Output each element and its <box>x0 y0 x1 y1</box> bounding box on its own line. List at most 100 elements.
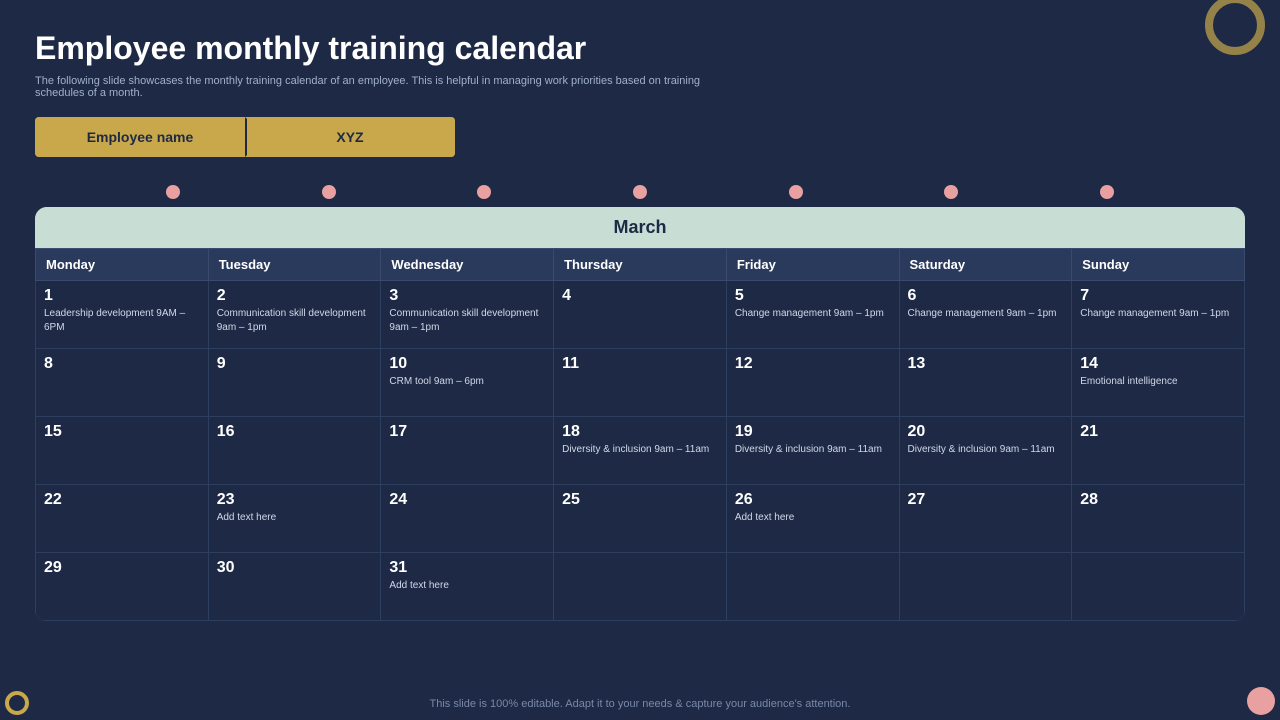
day-number: 15 <box>44 423 200 441</box>
col-saturday: Saturday <box>899 249 1072 281</box>
day-number: 5 <box>735 287 891 305</box>
day-number: 9 <box>217 355 373 373</box>
calendar-cell-w1-d4: 4 <box>554 281 727 349</box>
calendar-cell-w5-d3: 31 Add text here <box>381 553 554 621</box>
calendar-cell-w2-d2: 9 <box>208 349 381 417</box>
day-number: 26 <box>735 491 891 509</box>
calendar-week-5: 29 30 31 Add text here <box>36 553 1245 621</box>
calendar-cell-w5-d2: 30 <box>208 553 381 621</box>
day-number: 13 <box>908 355 1064 373</box>
col-tuesday: Tuesday <box>208 249 381 281</box>
calendar-cell-w4-d7: 28 <box>1072 485 1245 553</box>
calendar-cell-w4-d3: 24 <box>381 485 554 553</box>
calendar-cell-w2-d3: 10 CRM tool 9am – 6pm <box>381 349 554 417</box>
day-number: 24 <box>389 491 545 509</box>
deco-circle-bottom-right <box>1247 687 1275 715</box>
event-text: CRM tool 9am – 6pm <box>389 375 545 389</box>
calendar-cell-w5-d1: 29 <box>36 553 209 621</box>
event-text: Communication skill development 9am – 1p… <box>389 307 545 335</box>
month-header: March <box>35 207 1245 248</box>
day-number: 31 <box>389 559 545 577</box>
event-text: Add text here <box>389 579 545 593</box>
calendar-wrapper: March Monday Tuesday Wednesday Thursday … <box>35 207 1245 621</box>
event-text: Leadership development 9AM – 6PM <box>44 307 200 335</box>
calendar-week-4: 22 23 Add text here 24 25 26 Add text here 27 28 <box>36 485 1245 553</box>
calendar-cell-w4-d6: 27 <box>899 485 1072 553</box>
event-text: Add text here <box>735 511 891 525</box>
day-number: 7 <box>1080 287 1236 305</box>
day-number: 6 <box>908 287 1064 305</box>
day-number: 19 <box>735 423 891 441</box>
calendar-cell-w1-d5: 5 Change management 9am – 1pm <box>726 281 899 349</box>
footer-text: This slide is 100% editable. Adapt it to… <box>430 698 851 710</box>
day-number: 17 <box>389 423 545 441</box>
calendar-week-3: 15 16 17 18 Diversity & inclusion 9am – 11am… <box>36 417 1245 485</box>
calendar-cell-w3-d2: 16 <box>208 417 381 485</box>
day-number: 1 <box>44 287 200 305</box>
day-number: 4 <box>562 287 718 305</box>
day-number: 10 <box>389 355 545 373</box>
event-text: Change management 9am – 1pm <box>735 307 891 321</box>
day-number: 22 <box>44 491 200 509</box>
day-number: 2 <box>217 287 373 305</box>
day-number: 29 <box>44 559 200 577</box>
calendar-cell-w1-d2: 2 Communication skill development 9am – 1… <box>208 281 381 349</box>
timeline-dot-2 <box>322 185 336 199</box>
calendar-cell-w4-d5: 26 Add text here <box>726 485 899 553</box>
calendar-cell-w5-d4 <box>554 553 727 621</box>
deco-circle-top-right <box>1205 0 1265 55</box>
calendar-header-row: Monday Tuesday Wednesday Thursday Friday… <box>36 249 1245 281</box>
timeline-container <box>35 177 1245 207</box>
calendar-grid: Monday Tuesday Wednesday Thursday Friday… <box>35 248 1245 621</box>
calendar-cell-w3-d5: 19 Diversity & inclusion 9am – 11am <box>726 417 899 485</box>
calendar-cell-w1-d7: 7Change management 9am – 1pm <box>1072 281 1245 349</box>
day-number: 16 <box>217 423 373 441</box>
calendar-cell-w3-d7: 21 <box>1072 417 1245 485</box>
calendar-cell-w4-d2: 23 Add text here <box>208 485 381 553</box>
day-number: 8 <box>44 355 200 373</box>
event-text: Add text here <box>217 511 373 525</box>
calendar-week-1: 1 Leadership development 9AM – 6PM 2 Commun… <box>36 281 1245 349</box>
timeline-dot-4 <box>633 185 647 199</box>
day-number: 25 <box>562 491 718 509</box>
day-number: 18 <box>562 423 718 441</box>
calendar-cell-w3-d1: 15 <box>36 417 209 485</box>
calendar-cell-w2-d7: 14Emotional intelligence <box>1072 349 1245 417</box>
employee-bar: Employee name XYZ <box>35 117 455 157</box>
event-text: Communication skill development 9am – 1p… <box>217 307 373 335</box>
calendar-cell-w5-d6 <box>899 553 1072 621</box>
day-number: 11 <box>562 355 718 373</box>
page-title: Employee monthly training calendar <box>35 30 1245 67</box>
calendar-week-2: 8910CRM tool 9am – 6pm11121314Emotional … <box>36 349 1245 417</box>
event-text: Diversity & inclusion 9am – 11am <box>562 443 718 457</box>
calendar-cell-w4-d1: 22 <box>36 485 209 553</box>
day-number: 21 <box>1080 423 1236 441</box>
day-number: 20 <box>908 423 1064 441</box>
calendar-cell-w2-d6: 13 <box>899 349 1072 417</box>
col-friday: Friday <box>726 249 899 281</box>
calendar-cell-w2-d4: 11 <box>554 349 727 417</box>
timeline-dot-1 <box>166 185 180 199</box>
page-subtitle: The following slide showcases the monthl… <box>35 75 735 99</box>
col-wednesday: Wednesday <box>381 249 554 281</box>
day-number: 23 <box>217 491 373 509</box>
calendar-cell-w5-d5 <box>726 553 899 621</box>
employee-value: XYZ <box>245 117 455 157</box>
day-number: 3 <box>389 287 545 305</box>
col-thursday: Thursday <box>554 249 727 281</box>
calendar-cell-w1-d1: 1 Leadership development 9AM – 6PM <box>36 281 209 349</box>
timeline-dots <box>35 177 1245 207</box>
event-text: Change management 9am – 1pm <box>908 307 1064 321</box>
employee-label: Employee name <box>35 117 245 157</box>
calendar-cell-w3-d6: 20 Diversity & inclusion 9am – 11am <box>899 417 1072 485</box>
calendar-cell-w3-d3: 17 <box>381 417 554 485</box>
event-text: Diversity & inclusion 9am – 11am <box>908 443 1064 457</box>
event-text: Diversity & inclusion 9am – 11am <box>735 443 891 457</box>
day-number: 28 <box>1080 491 1236 509</box>
page-container: Employee monthly training calendar The f… <box>0 0 1280 720</box>
event-text: Emotional intelligence <box>1080 375 1236 389</box>
calendar-cell-w3-d4: 18 Diversity & inclusion 9am – 11am <box>554 417 727 485</box>
calendar-cell-w2-d1: 8 <box>36 349 209 417</box>
day-number: 30 <box>217 559 373 577</box>
calendar-cell-w1-d3: 3 Communication skill development 9am – 1… <box>381 281 554 349</box>
